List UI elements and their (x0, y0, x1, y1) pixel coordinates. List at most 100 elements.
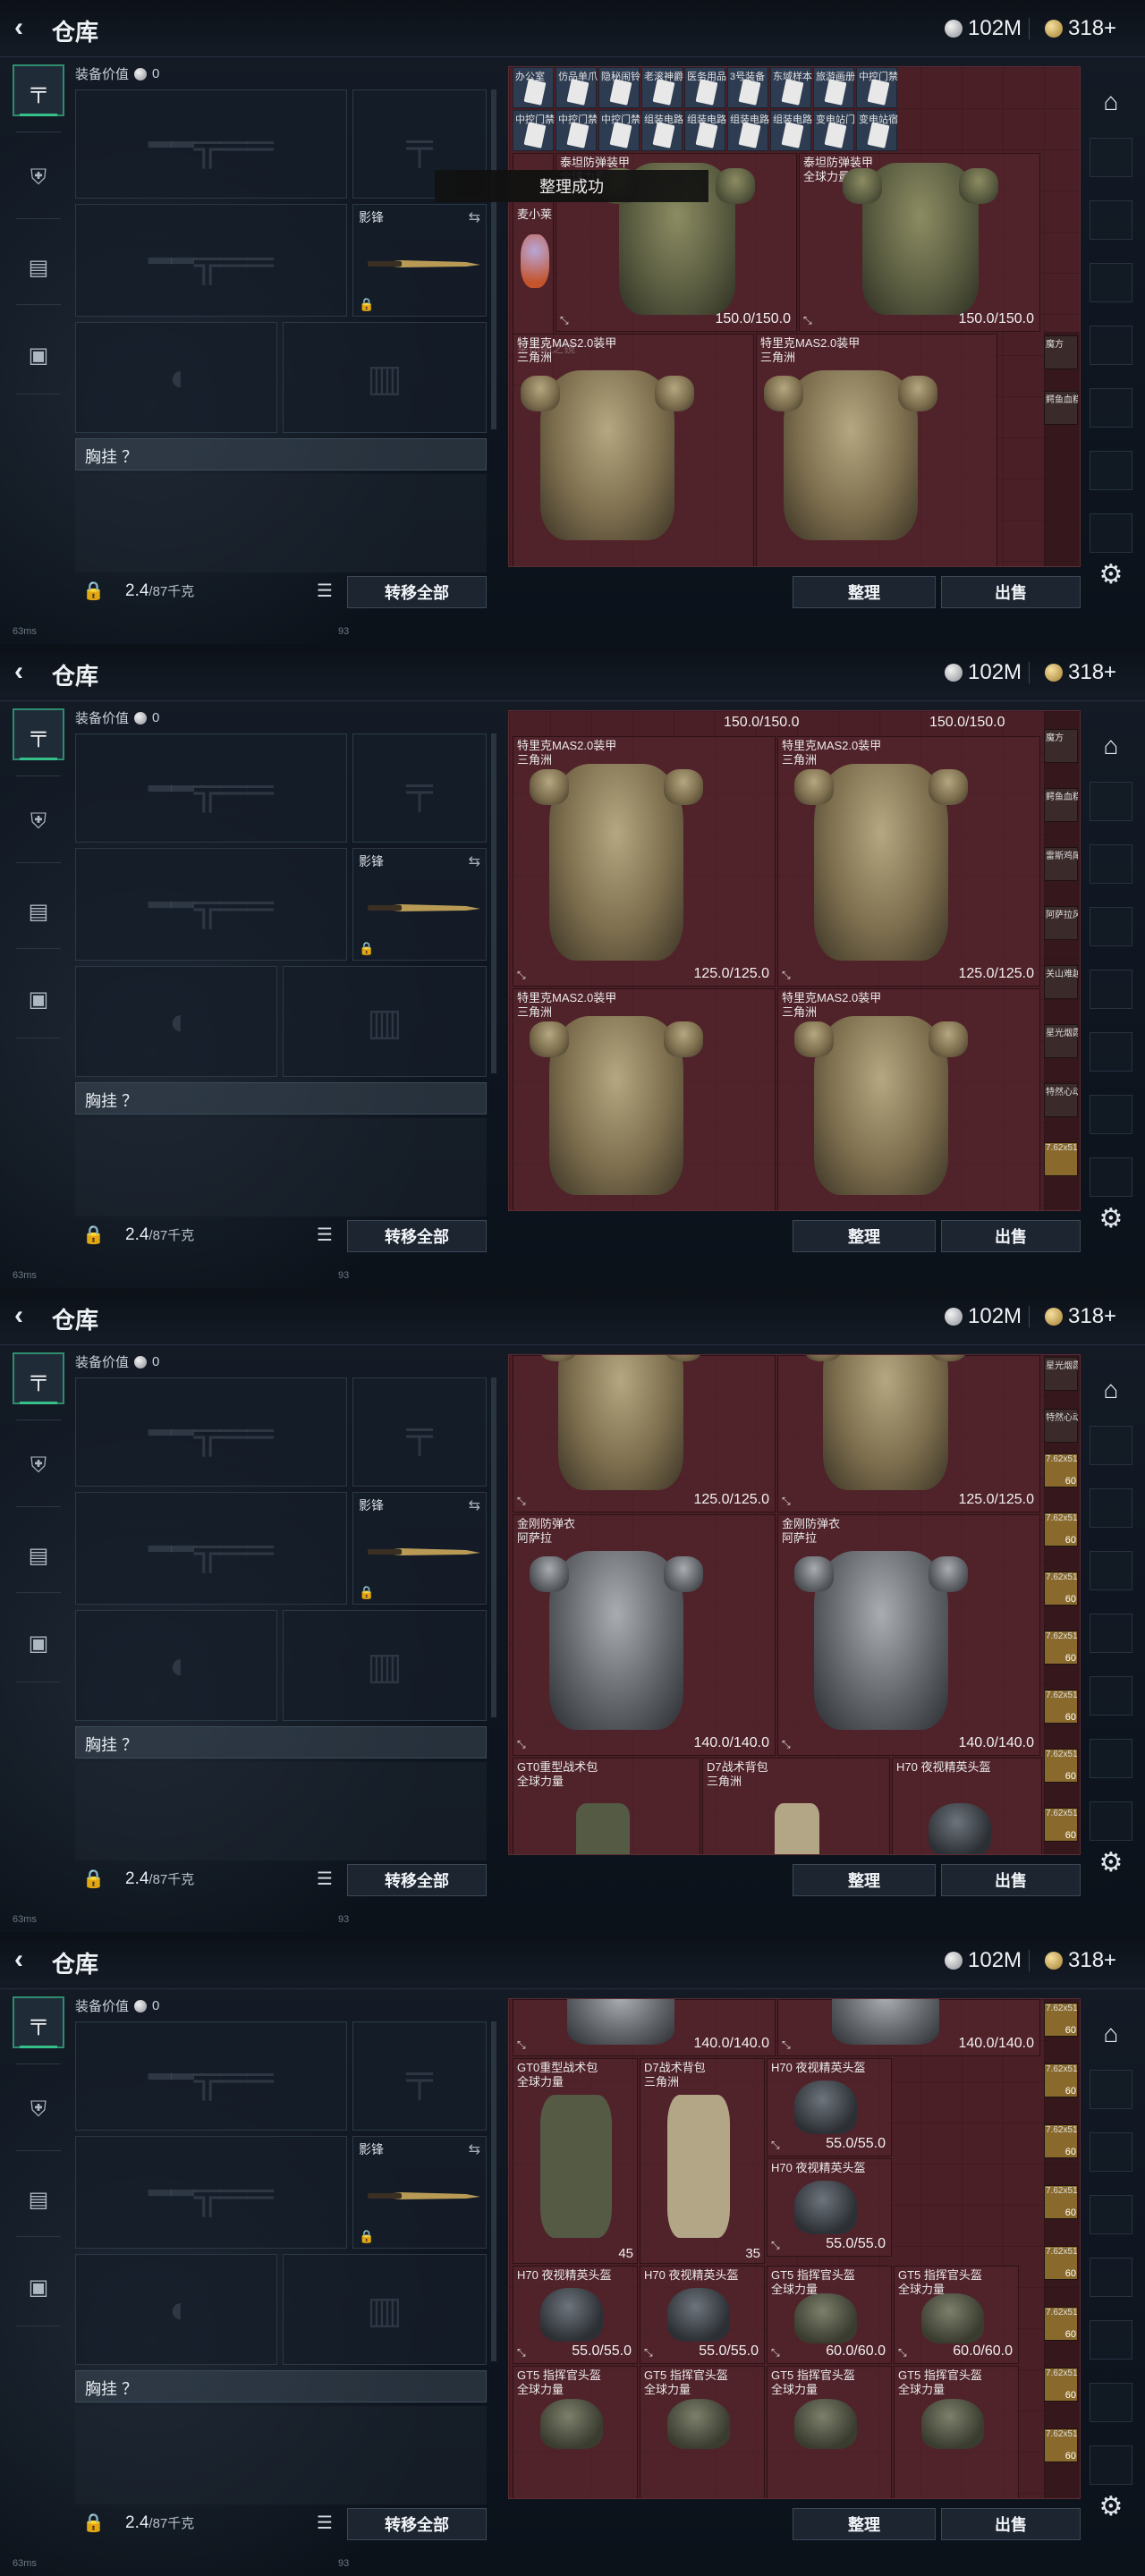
armor-tab[interactable]: ⛨ (13, 152, 64, 204)
silver-currency[interactable]: 102M (945, 14, 1022, 43)
storage-page-tab[interactable] (1090, 782, 1132, 821)
supply-tab[interactable]: ▤ (13, 1530, 64, 1581)
small-item[interactable]: 组装电路 (684, 110, 726, 151)
left-scrollbar[interactable] (491, 2021, 496, 2361)
small-item[interactable]: 办公室 (513, 67, 554, 108)
inventory-item[interactable]: GT5 指挥官头盔 全球力量 (513, 2366, 638, 2498)
small-item[interactable]: 中控门禁 (856, 67, 898, 108)
side-item[interactable]: 7.62x51 60 (1044, 1690, 1078, 1724)
weapon-tab[interactable]: ╤ (13, 1352, 64, 1404)
storage-page-tab[interactable] (1090, 2070, 1132, 2109)
storage-page-tab[interactable] (1090, 1801, 1132, 1841)
pistol-slot[interactable]: ╤ (352, 733, 487, 843)
storage-home-icon[interactable]: ⌂ (1093, 2016, 1129, 2052)
inventory-item[interactable]: 泰坦防弹装甲全球力量150.0/150.0⤡ (799, 153, 1040, 332)
back-arrow-icon[interactable]: ‹ (14, 14, 39, 41)
small-item[interactable]: 变电站宿舍 (856, 110, 898, 151)
transfer-all-button[interactable]: 转移全部 (347, 1864, 487, 1896)
small-item[interactable]: 东域样本 (770, 67, 812, 108)
inventory-item[interactable]: GT5 指挥官头盔 全球力量 60.0/60.0 ⤡ (767, 2266, 892, 2364)
side-item[interactable]: 7.62x51 60 (1044, 2246, 1078, 2280)
storage-home-icon[interactable]: ⌂ (1093, 728, 1129, 764)
inventory-item[interactable]: 140.0/140.0 ⤡ (513, 1999, 776, 2056)
supply-tab[interactable]: ▤ (13, 886, 64, 937)
gear-icon[interactable]: ⚙ (1093, 2488, 1129, 2524)
armor-slot[interactable]: ▥ (283, 2254, 487, 2365)
inventory-item[interactable]: GT5 指挥官头盔 全球力量 60.0/60.0 ⤡ (894, 2266, 1019, 2364)
side-item[interactable]: 星光烟霞 (1044, 1024, 1078, 1058)
chest-rig-slot[interactable]: 胸挂 ？ (75, 438, 487, 470)
inventory-item[interactable]: H70 夜视精英头盔 55.0/55.0 ⤡ (513, 2266, 638, 2364)
storage-page-tab[interactable] (1090, 138, 1132, 177)
list-icon[interactable]: ☰ (317, 2512, 333, 2534)
helmet-slot[interactable]: ◖ (75, 2254, 277, 2365)
inventory-item[interactable]: 特里克MAS2.0装甲 三角洲 (756, 334, 997, 566)
bag-tab[interactable]: ▣ (13, 973, 64, 1025)
melee-slot[interactable]: 影锋 ⇆ 🔒 (352, 204, 487, 317)
gold-currency[interactable]: 318+ (1045, 1946, 1116, 1975)
inventory-item[interactable]: 125.0/125.0 ⤡ (777, 1355, 1040, 1513)
side-item[interactable]: 7.62x51 60 (1044, 2063, 1078, 2097)
primary-weapon-slot[interactable]: ━━╦══ (75, 2021, 347, 2131)
silver-currency[interactable]: 102M (945, 1302, 1022, 1331)
storage-page-tab[interactable] (1090, 970, 1132, 1009)
storage-grid[interactable]: 办公室中控门禁仿品单爪车中控门禁隐秘闹铃中控门禁老滚神爵厅组装电路医务用品组装电… (508, 66, 1081, 567)
inventory-item[interactable]: GT0重型战术包 全球力量 (513, 1758, 700, 1854)
inventory-item[interactable]: D7战术背包 三角洲 35 (640, 2058, 765, 2264)
helmet-slot[interactable]: ◖ (75, 322, 277, 433)
side-item[interactable]: 阿萨拉风情 (1044, 906, 1078, 940)
inventory-item[interactable]: 特里克MAS2.0装甲 三角洲 (777, 988, 1040, 1210)
left-scrollbar[interactable] (491, 89, 496, 429)
bag-tab[interactable]: ▣ (13, 1617, 64, 1669)
side-item[interactable]: 7.62x51 60 (1044, 1808, 1078, 1842)
armor-tab[interactable]: ⛨ (13, 796, 64, 848)
storage-page-tab[interactable] (1090, 388, 1132, 428)
inventory-item[interactable]: H70 夜视精英头盔 (892, 1758, 1042, 1854)
inventory-item[interactable]: 125.0/125.0 ⤡ (513, 1355, 776, 1513)
small-item[interactable]: 老滚神爵厅 (641, 67, 683, 108)
storage-page-tab[interactable] (1090, 844, 1132, 884)
storage-page-tab[interactable] (1090, 2445, 1132, 2485)
storage-page-tab[interactable] (1090, 1614, 1132, 1653)
storage-page-tab[interactable] (1090, 1032, 1132, 1072)
side-item[interactable]: 7.62x51 60 (1044, 2307, 1078, 2341)
back-arrow-icon[interactable]: ‹ (14, 1946, 39, 1973)
melee-slot[interactable]: 影锋 ⇆ 🔒 (352, 1492, 487, 1605)
inventory-item[interactable]: H70 夜视精英头盔 55.0/55.0 ⤡ (767, 2058, 892, 2157)
helmet-slot[interactable]: ◖ (75, 1610, 277, 1721)
storage-page-tab[interactable] (1090, 1488, 1132, 1528)
supply-tab[interactable]: ▤ (13, 2174, 64, 2225)
primary-weapon-slot[interactable]: ━━╦══ (75, 89, 347, 199)
gold-currency[interactable]: 318+ (1045, 1302, 1116, 1331)
side-item[interactable]: 7.62x51 (1044, 1142, 1078, 1176)
storage-page-tab[interactable] (1090, 513, 1132, 553)
gear-icon[interactable]: ⚙ (1093, 1844, 1129, 1880)
chest-rig-slot[interactable]: 胸挂 ？ (75, 1726, 487, 1758)
inventory-item[interactable]: 特里克MAS2.0装甲 三角洲 125.0/125.0 ⤡ (513, 736, 776, 987)
pistol-slot[interactable]: ╤ (352, 2021, 487, 2131)
gear-icon[interactable]: ⚙ (1093, 556, 1129, 592)
chest-rig-slot[interactable]: 胸挂 ？ (75, 2370, 487, 2402)
side-item[interactable]: 特然心动 (1044, 1083, 1078, 1117)
list-icon[interactable]: ☰ (317, 580, 333, 602)
inventory-item[interactable]: 特里克MAS2.0装甲 三角洲 (513, 988, 776, 1210)
gold-currency[interactable]: 318+ (1045, 14, 1116, 43)
small-item[interactable]: 中控门禁 (513, 110, 555, 151)
storage-page-tab[interactable] (1090, 1426, 1132, 1465)
inventory-item[interactable]: D7战术背包 三角洲 (702, 1758, 890, 1854)
side-item[interactable]: 7.62x51 60 (1044, 2368, 1078, 2402)
storage-page-tab[interactable] (1090, 1739, 1132, 1778)
storage-page-tab[interactable] (1090, 263, 1132, 302)
storage-grid[interactable]: 140.0/140.0 ⤡ 140.0/140.0 ⤡ GT0重型战术包 全球力量 45 D7… (508, 1998, 1081, 2499)
inventory-item[interactable]: 金刚防弹衣 阿萨拉 140.0/140.0 ⤡ (513, 1514, 776, 1756)
side-item[interactable]: 雷斯鸡尾 (1044, 847, 1078, 881)
weapon-tab[interactable]: ╤ (13, 64, 64, 116)
secondary-weapon-slot[interactable]: ━━╦══ (75, 848, 347, 961)
melee-slot[interactable]: 影锋 ⇆ 🔒 (352, 2136, 487, 2249)
armor-slot[interactable]: ▥ (283, 1610, 487, 1721)
back-arrow-icon[interactable]: ‹ (14, 1302, 39, 1329)
swap-icon[interactable]: ⇆ (469, 208, 480, 226)
pistol-slot[interactable]: ╤ (352, 1377, 487, 1487)
storage-grid[interactable]: 150.0/150.0 150.0/150.0 特里克MAS2.0装甲 三角洲 125.… (508, 710, 1081, 1211)
storage-page-tab[interactable] (1090, 907, 1132, 946)
